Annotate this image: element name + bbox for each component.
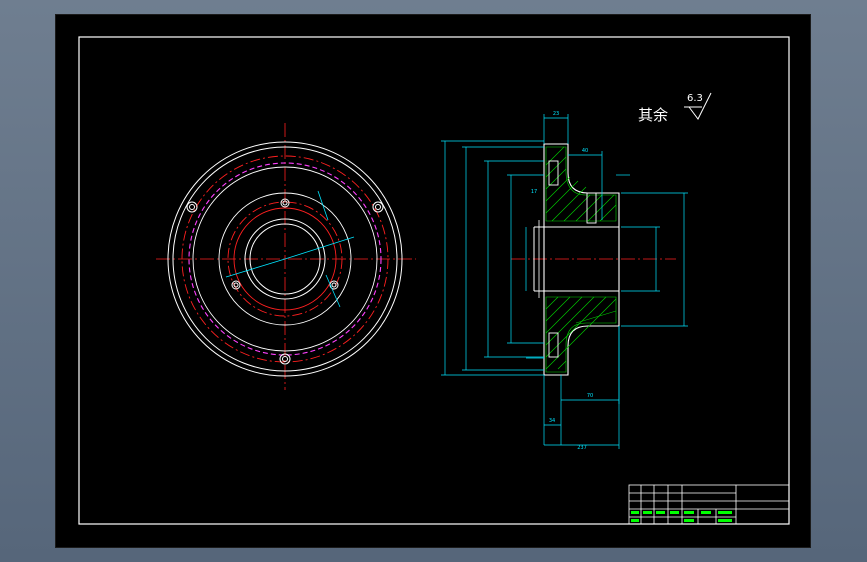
cad-window: 23 40 70 34 237 17 其余 6.3 xyxy=(0,0,867,562)
drawing-frame xyxy=(78,36,790,525)
section-hatching xyxy=(545,146,617,373)
title-block xyxy=(628,484,790,525)
length-dimensions xyxy=(526,114,630,449)
flange-outline xyxy=(543,143,620,376)
dim-overall-length: 237 xyxy=(577,445,587,451)
hole-leader xyxy=(317,190,329,221)
drawing-sheet: 23 40 70 34 237 17 其余 6.3 xyxy=(55,14,811,548)
flange-hole-bottom xyxy=(548,332,559,358)
dim-top-width: 23 xyxy=(553,111,559,117)
dim-bottom-small: 34 xyxy=(549,418,555,424)
dim-left-tag: 17 xyxy=(531,189,537,195)
section-view: 23 40 70 34 237 17 xyxy=(441,111,688,451)
diameter-dimensions xyxy=(441,140,688,376)
drawing-canvas: 23 40 70 34 237 17 其余 6.3 xyxy=(78,36,790,525)
front-view xyxy=(156,123,416,390)
dim-bottom-inner: 70 xyxy=(587,393,593,399)
surface-finish-annotation: 其余 6.3 xyxy=(638,92,712,124)
threaded-hole xyxy=(586,192,597,224)
dim-hole-offset: 40 xyxy=(582,148,588,154)
surface-finish-value: 6.3 xyxy=(687,93,703,104)
surface-finish-note: 其余 xyxy=(638,106,668,124)
title-block-text-marks xyxy=(631,511,732,522)
